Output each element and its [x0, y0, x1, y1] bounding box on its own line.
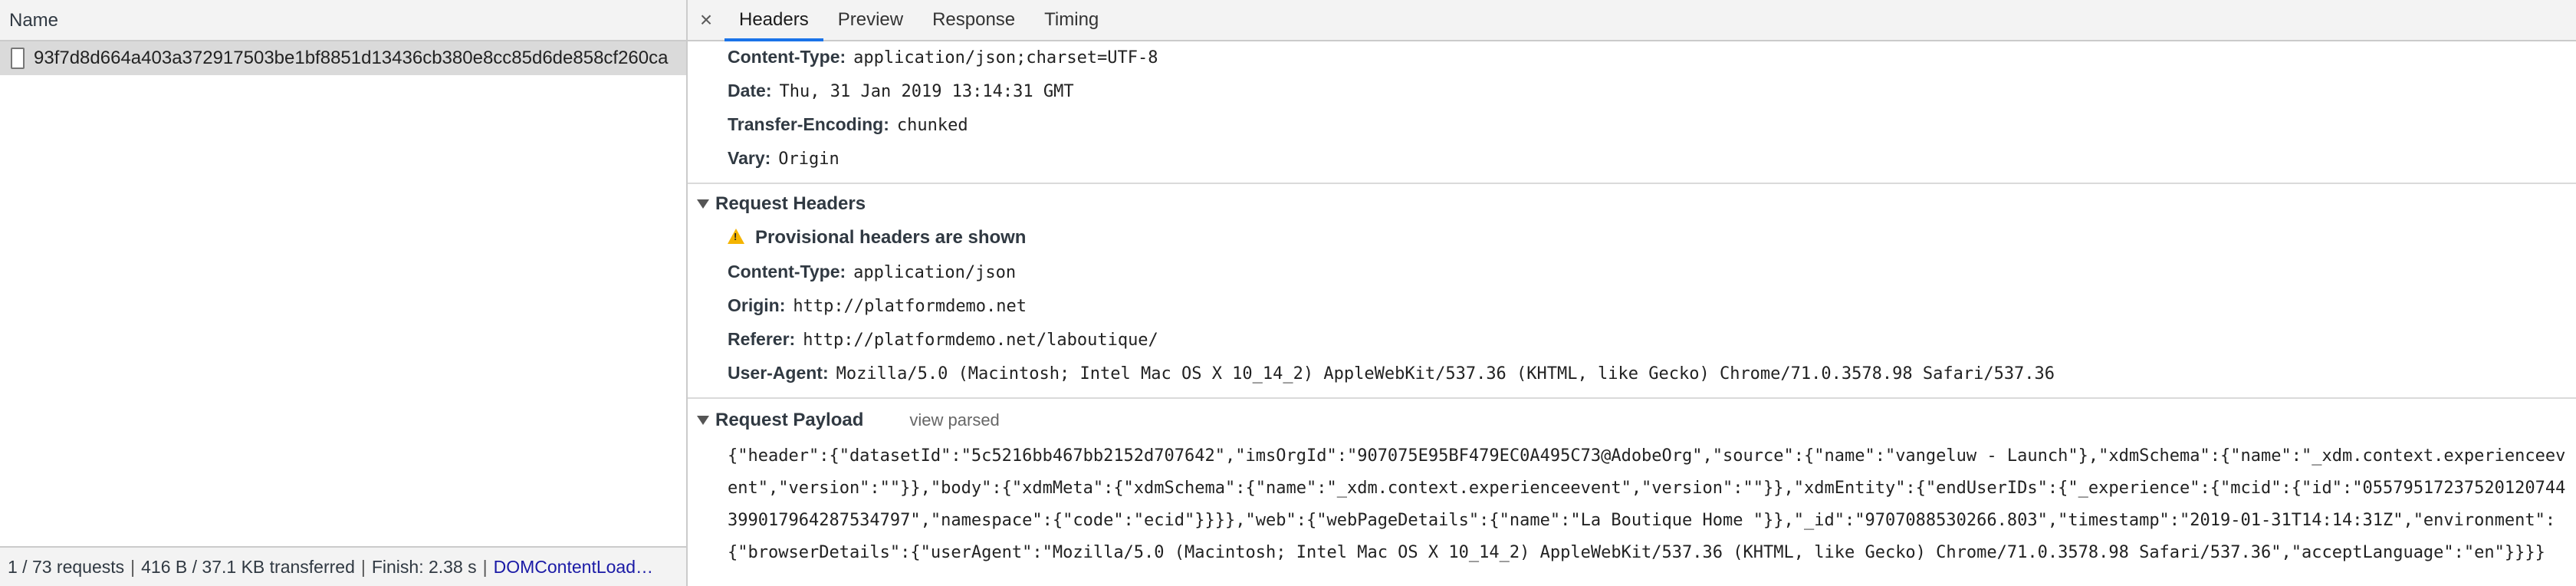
details-tab-bar: × Headers Preview Response Timing — [688, 0, 2576, 41]
header-value: Thu, 31 Jan 2019 13:14:31 GMT — [779, 82, 1074, 101]
payload-line: {"browserDetails":{"userAgent":"Mozilla/… — [728, 543, 2545, 562]
section-title: Request Headers — [715, 193, 866, 214]
request-payload-section-toggle[interactable]: Request Payload view parsed — [697, 405, 1000, 436]
header-name: Origin: — [728, 295, 786, 315]
request-header-origin: Origin: http://platformdemo.net — [728, 290, 1027, 321]
header-value: chunked — [896, 116, 968, 135]
header-value: http://platformdemo.net — [793, 297, 1027, 316]
status-separator: | — [482, 557, 488, 577]
document-icon — [11, 48, 25, 69]
status-separator: | — [360, 557, 366, 577]
response-header-content-type: Content-Type: application/json;charset=UT… — [728, 41, 1158, 72]
headers-content[interactable]: Content-Type: application/json;charset=UT… — [688, 41, 2576, 586]
view-parsed-link[interactable]: view parsed — [909, 405, 999, 436]
request-header-user-agent: User-Agent: Mozilla/5.0 (Macintosh; Intel… — [728, 357, 2055, 388]
request-headers-section-toggle[interactable]: Request Headers — [697, 189, 866, 219]
header-value: http://platformdemo.net/laboutique/ — [803, 331, 1158, 350]
payload-line: 399017964287534797","namespace":{"code":… — [728, 511, 2556, 530]
request-name: 93f7d8d664a403a372917503be1bf8851d13436c… — [34, 48, 669, 68]
tab-timing[interactable]: Timing — [1030, 0, 1113, 40]
request-header-content-type: Content-Type: application/json — [728, 256, 1016, 287]
name-column-header[interactable]: Name — [0, 0, 686, 41]
request-count: 1 / 73 requests — [8, 557, 125, 577]
status-bar: 1 / 73 requests | 416 B / 37.1 KB transfer… — [0, 546, 686, 586]
payload-line: ent","version":""}},"body":{"xdmMeta":{"… — [728, 479, 2566, 498]
header-value: application/json — [853, 263, 1017, 282]
status-separator: | — [130, 557, 136, 577]
tab-preview[interactable]: Preview — [823, 0, 918, 40]
triangle-down-icon — [697, 199, 709, 209]
triangle-down-icon — [697, 416, 709, 425]
header-value: Origin — [778, 150, 840, 169]
finish-time: Finish: 2.38 s — [371, 557, 477, 577]
provisional-headers-warning: Provisional headers are shown — [728, 222, 1026, 253]
header-name: Vary: — [728, 148, 771, 168]
warning-text: Provisional headers are shown — [755, 227, 1027, 248]
header-value: Mozilla/5.0 (Macintosh; Intel Mac OS X 1… — [836, 364, 2055, 384]
close-icon[interactable]: × — [688, 0, 724, 40]
section-divider — [688, 183, 2576, 184]
tab-headers[interactable]: Headers — [724, 0, 823, 41]
header-name: Referer: — [728, 329, 796, 349]
payload-line: {"header":{"datasetId":"5c5216bb467bb215… — [728, 446, 2566, 466]
request-details-pane: × Headers Preview Response Timing Conten… — [688, 0, 2576, 586]
response-header-date: Date: Thu, 31 Jan 2019 13:14:31 GMT — [728, 75, 1074, 106]
header-name: Content-Type: — [728, 262, 846, 281]
header-name: Transfer-Encoding: — [728, 114, 889, 134]
transferred-size: 416 B / 37.1 KB transferred — [141, 557, 355, 577]
response-header-transfer-encoding: Transfer-Encoding: chunked — [728, 109, 968, 140]
header-name: Date: — [728, 81, 772, 100]
domcontentloaded-link[interactable]: DOMContentLoad… — [494, 557, 653, 577]
tab-response[interactable]: Response — [918, 0, 1030, 40]
request-list-item[interactable]: 93f7d8d664a403a372917503be1bf8851d13436c… — [0, 41, 686, 75]
warning-icon — [728, 228, 744, 244]
header-name: Content-Type: — [728, 47, 846, 67]
request-list-pane: Name 93f7d8d664a403a372917503be1bf8851d1… — [0, 0, 688, 586]
header-value: application/json;charset=UTF-8 — [853, 48, 1158, 67]
request-header-referer: Referer: http://platformdemo.net/laboutiq… — [728, 324, 1158, 354]
section-title: Request Payload — [715, 410, 864, 430]
response-header-vary: Vary: Origin — [728, 143, 840, 173]
section-divider — [688, 397, 2576, 399]
header-name: User-Agent: — [728, 363, 829, 383]
